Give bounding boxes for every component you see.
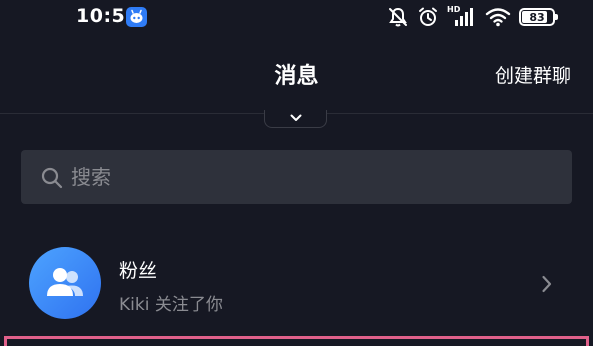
alarm-icon xyxy=(417,6,439,28)
search-bar[interactable] xyxy=(21,150,572,204)
list-item-subtitle: Kiki 关注了你 xyxy=(119,295,223,315)
mute-icon xyxy=(387,6,409,28)
wifi-icon xyxy=(485,7,511,27)
battery-level: 83 xyxy=(529,10,545,24)
status-bar: 10:51 HD 83 xyxy=(0,0,593,36)
battery-icon: 83 xyxy=(519,8,558,26)
signal-icon: HD xyxy=(447,5,477,28)
battery-tip xyxy=(555,14,558,20)
list-item-fans[interactable]: 粉丝 Kiki 关注了你 xyxy=(0,240,593,330)
create-group-button[interactable]: 创建群聊 xyxy=(495,61,571,88)
highlight-frame xyxy=(4,336,589,346)
search-icon xyxy=(41,167,63,189)
status-icons: HD 83 xyxy=(387,5,558,29)
messages-screen: 10:51 HD 83 消息 创建群聊 搜索 粉丝 Kiki 关注了你 xyxy=(0,0,593,346)
search-input[interactable] xyxy=(71,150,551,204)
list-item-title: 粉丝 xyxy=(119,260,158,282)
fans-group-icon xyxy=(47,268,83,296)
chevron-right-icon xyxy=(542,275,552,293)
avatar xyxy=(29,247,101,319)
bot-app-icon xyxy=(126,7,147,27)
chevron-down-icon xyxy=(290,114,302,121)
expand-toggle[interactable] xyxy=(264,110,327,128)
